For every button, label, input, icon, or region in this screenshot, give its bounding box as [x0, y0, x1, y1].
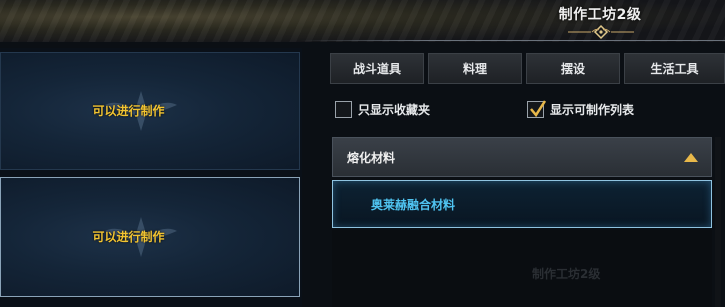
craft-slot-panel: 可以进行制作 可以进行制作 [0, 48, 302, 307]
recipe-list-scrollbar[interactable] [715, 137, 721, 307]
tab-battle-items[interactable]: 战斗道具 [330, 53, 424, 84]
craftable-only-filter[interactable]: 显示可制作列表 [527, 100, 635, 118]
recipe-panel: 战斗道具 料理 摆设 生活工具 只显示收藏夹 显示可制作列表 熔化材料 奥莱赫融… [326, 48, 725, 307]
craft-slot-1[interactable]: 可以进行制作 [0, 52, 300, 170]
favorites-only-filter[interactable]: 只显示收藏夹 [335, 101, 430, 118]
craftable-only-checkbox[interactable] [527, 100, 547, 118]
slot-status-text: 可以进行制作 [92, 104, 165, 118]
tab-life-tools[interactable]: 生活工具 [624, 53, 725, 84]
watermark-text: 制作工坊2级 [532, 267, 601, 281]
checkmark-icon [530, 100, 547, 118]
tab-cooking[interactable]: 料理 [428, 53, 522, 84]
tab-furniture[interactable]: 摆设 [526, 53, 620, 84]
recipe-list-area [332, 230, 712, 307]
workshop-title: 制作工坊2级 [558, 7, 642, 23]
chevron-up-icon[interactable] [683, 151, 699, 163]
craftable-only-label: 显示可制作列表 [550, 103, 635, 117]
favorites-only-checkbox[interactable] [335, 101, 352, 118]
slot-status-text: 可以进行制作 [92, 230, 165, 244]
category-header-smelting[interactable]: 熔化材料 [332, 137, 712, 177]
header-divider [300, 40, 725, 41]
favorites-only-label: 只显示收藏夹 [358, 103, 431, 117]
recipe-item-label: 奥莱赫融合材料 [371, 197, 456, 212]
ornament-icon [568, 24, 634, 40]
category-label: 熔化材料 [347, 150, 396, 165]
craft-slot-2[interactable]: 可以进行制作 [0, 177, 300, 297]
recipe-item[interactable]: 奥莱赫融合材料 [332, 180, 712, 228]
